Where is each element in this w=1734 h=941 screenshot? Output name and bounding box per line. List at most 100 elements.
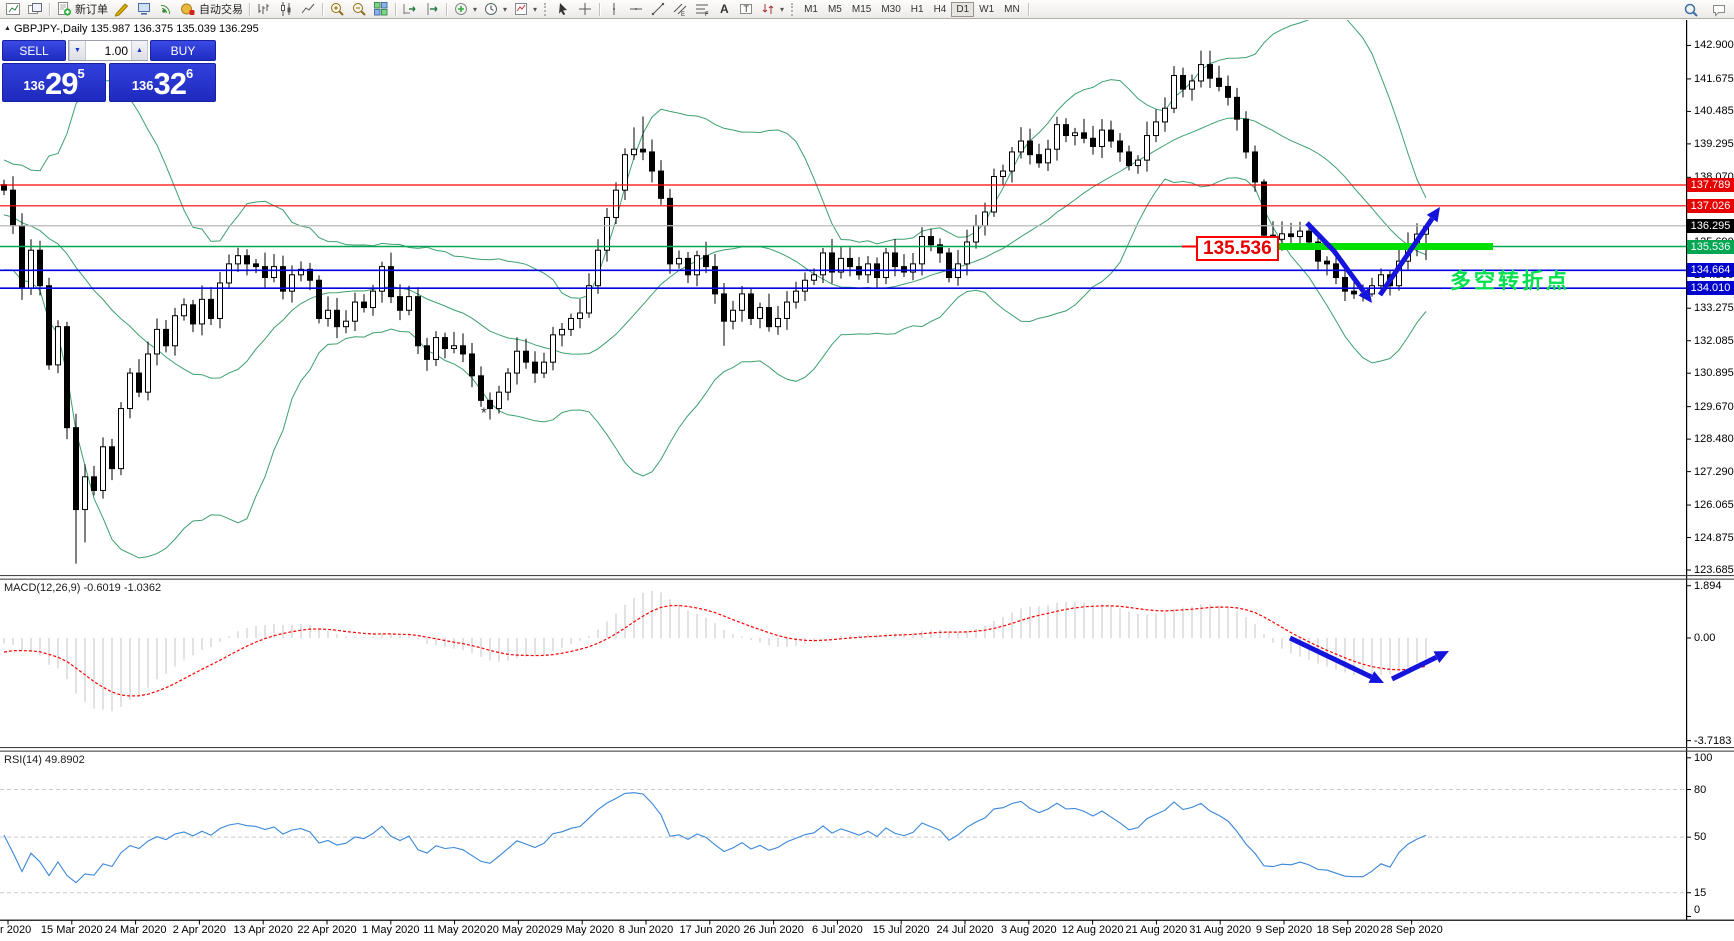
- hline-button[interactable]: [625, 1, 647, 18]
- crosshair-button[interactable]: [574, 1, 596, 18]
- timeframe-M15[interactable]: M15: [847, 2, 876, 17]
- trendline-button[interactable]: [647, 1, 669, 18]
- sell-price-point: 5: [78, 67, 85, 80]
- price-tick: 123.685: [1694, 564, 1734, 576]
- signals-button[interactable]: [155, 1, 177, 18]
- date-tick: 12 Aug 2020: [1062, 924, 1124, 936]
- price-tick: 128.480: [1694, 433, 1734, 445]
- date-tick: 2 Apr 2020: [173, 924, 226, 936]
- macd-tick: 1.894: [1694, 580, 1722, 592]
- profiles-icon: [27, 1, 43, 17]
- price-badge-137.026: 137.026: [1687, 199, 1734, 213]
- date-tick: 24 Jul 2020: [937, 924, 994, 936]
- date-tick: 3 Aug 2020: [1001, 924, 1057, 936]
- auto-scroll-button[interactable]: [399, 1, 421, 18]
- buy-price-display[interactable]: 136 32 6: [109, 63, 216, 102]
- templates-caret-icon: ▾: [533, 5, 537, 14]
- sell-button[interactable]: SELL: [2, 40, 66, 61]
- sell-price-display[interactable]: 136 29 5: [2, 63, 106, 102]
- timeframe-M1[interactable]: M1: [799, 2, 823, 17]
- date-tick: 24 Mar 2020: [105, 924, 167, 936]
- volume-stepper: ▼ ▲: [68, 40, 148, 61]
- support-price-label[interactable]: 135.536: [1196, 236, 1279, 261]
- channel-button[interactable]: E: [669, 1, 691, 18]
- zoom-out-button[interactable]: [348, 1, 370, 18]
- price-tick: 127.290: [1694, 466, 1734, 478]
- price-tick: 139.295: [1694, 138, 1734, 150]
- search-button[interactable]: [1680, 1, 1702, 18]
- date-tick: 29 May 2020: [550, 924, 614, 936]
- market-button[interactable]: [133, 1, 155, 18]
- buy-button[interactable]: BUY: [150, 40, 216, 61]
- volume-decrease-button[interactable]: ▼: [69, 41, 86, 60]
- trendline-icon: [650, 1, 666, 17]
- main-toolbar: 新订单自动交易▾▾▾EFAT▾M1M5M15M30H1H4D1W1MN: [0, 0, 1734, 19]
- vline-button[interactable]: [603, 1, 625, 18]
- price-tick: 126.065: [1694, 499, 1734, 511]
- volume-input[interactable]: [86, 41, 131, 60]
- profiles-button[interactable]: [24, 1, 46, 18]
- toolbar-separator: [249, 3, 250, 16]
- timeframe-M5[interactable]: M5: [823, 2, 847, 17]
- chart-line-button[interactable]: [297, 1, 319, 18]
- timeframe-D1[interactable]: D1: [951, 2, 974, 17]
- macd-tick: 0.00: [1694, 632, 1715, 644]
- fibonacci-icon: F: [694, 1, 710, 17]
- crosshair-icon: [577, 1, 593, 17]
- chart-canvas[interactable]: *: [0, 0, 1734, 941]
- price-badge-135.536: 135.536: [1687, 240, 1734, 254]
- timeframe-H4[interactable]: H4: [929, 2, 952, 17]
- chart-bars-icon: [256, 1, 272, 17]
- svg-text:F: F: [705, 12, 709, 17]
- buy-price-pips: 32: [154, 67, 186, 101]
- fibonacci-button[interactable]: F: [691, 1, 713, 18]
- zoom-in-button[interactable]: [326, 1, 348, 18]
- cursor-button[interactable]: [552, 1, 574, 18]
- svg-text:T: T: [744, 4, 750, 14]
- metaeditor-icon: [114, 1, 130, 17]
- date-tick: 21 Aug 2020: [1125, 924, 1187, 936]
- new-chart-button[interactable]: [2, 1, 24, 18]
- hline-icon: [628, 1, 644, 17]
- toolbar-separator: [322, 3, 323, 16]
- timeframe-W1[interactable]: W1: [974, 2, 999, 17]
- date-tick: 1 May 2020: [362, 924, 419, 936]
- arrows-button[interactable]: ▾: [757, 1, 787, 18]
- templates-button[interactable]: ▾: [510, 1, 540, 18]
- chat-button[interactable]: [1708, 1, 1730, 18]
- chart-candles-button[interactable]: [275, 1, 297, 18]
- autotrading-button[interactable]: 自动交易: [177, 1, 246, 18]
- timeframe-M30[interactable]: M30: [876, 2, 905, 17]
- arrows-caret-icon: ▾: [780, 5, 784, 14]
- arrows-icon: [760, 1, 776, 17]
- turning-point-note[interactable]: 多空转折点: [1450, 265, 1570, 295]
- chart-marker-icon: ▲: [4, 25, 11, 32]
- timeframe-H1[interactable]: H1: [906, 2, 929, 17]
- chart-bars-button[interactable]: [253, 1, 275, 18]
- tile-windows-button[interactable]: [370, 1, 392, 18]
- timeframe-MN[interactable]: MN: [999, 2, 1025, 17]
- metaeditor-button[interactable]: [111, 1, 133, 18]
- periods-button[interactable]: ▾: [480, 1, 510, 18]
- new-chart-icon: [5, 1, 21, 17]
- new-order-button[interactable]: 新订单: [53, 1, 111, 18]
- toolbar-grip: [544, 3, 548, 16]
- indicators-button[interactable]: ▾: [450, 1, 480, 18]
- toolbar-grip: [791, 3, 795, 16]
- rsi-tick: 15: [1694, 887, 1706, 899]
- volume-increase-button[interactable]: ▲: [131, 41, 148, 60]
- label-button[interactable]: T: [735, 1, 757, 18]
- date-tick: 31 Aug 2020: [1189, 924, 1251, 936]
- price-badge-134.010: 134.010: [1687, 281, 1734, 295]
- date-tick: Mar 2020: [0, 924, 31, 936]
- price-tick: 133.275: [1694, 302, 1734, 314]
- price-tick: 124.875: [1694, 532, 1734, 544]
- rsi-tick: 50: [1694, 831, 1706, 843]
- market-icon: [136, 1, 152, 17]
- text-button[interactable]: A: [713, 1, 735, 18]
- svg-text:A: A: [720, 2, 729, 16]
- channel-icon: E: [672, 1, 688, 17]
- price-tick: 129.670: [1694, 401, 1734, 413]
- chart-shift-button[interactable]: [421, 1, 443, 18]
- buy-price-point: 6: [186, 67, 193, 80]
